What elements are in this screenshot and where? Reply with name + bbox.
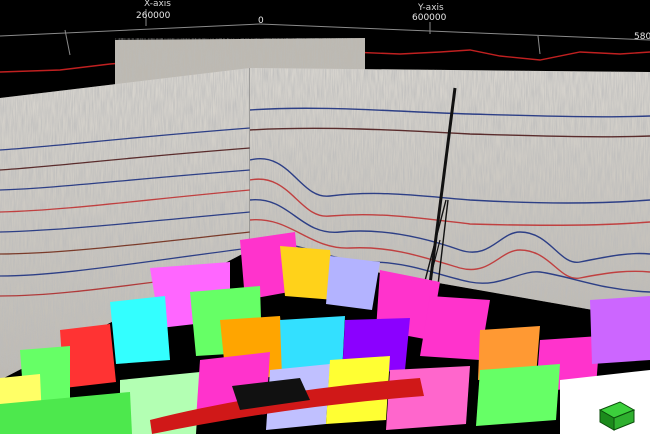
x-axis-tick-label: 260000 [136,11,171,21]
seismic-scene[interactable] [0,0,650,434]
x-axis-title: X-axis [144,0,171,9]
y-axis-tick-label: 600000 [412,13,447,23]
3d-seismic-viewport[interactable]: X-axis 260000 0 Y-axis 600000 580 [0,0,650,434]
y-axis-title: Y-axis [418,3,444,13]
x-axis-tick-label: 0 [258,16,264,26]
y-axis-tick-label: 580 [634,32,650,42]
